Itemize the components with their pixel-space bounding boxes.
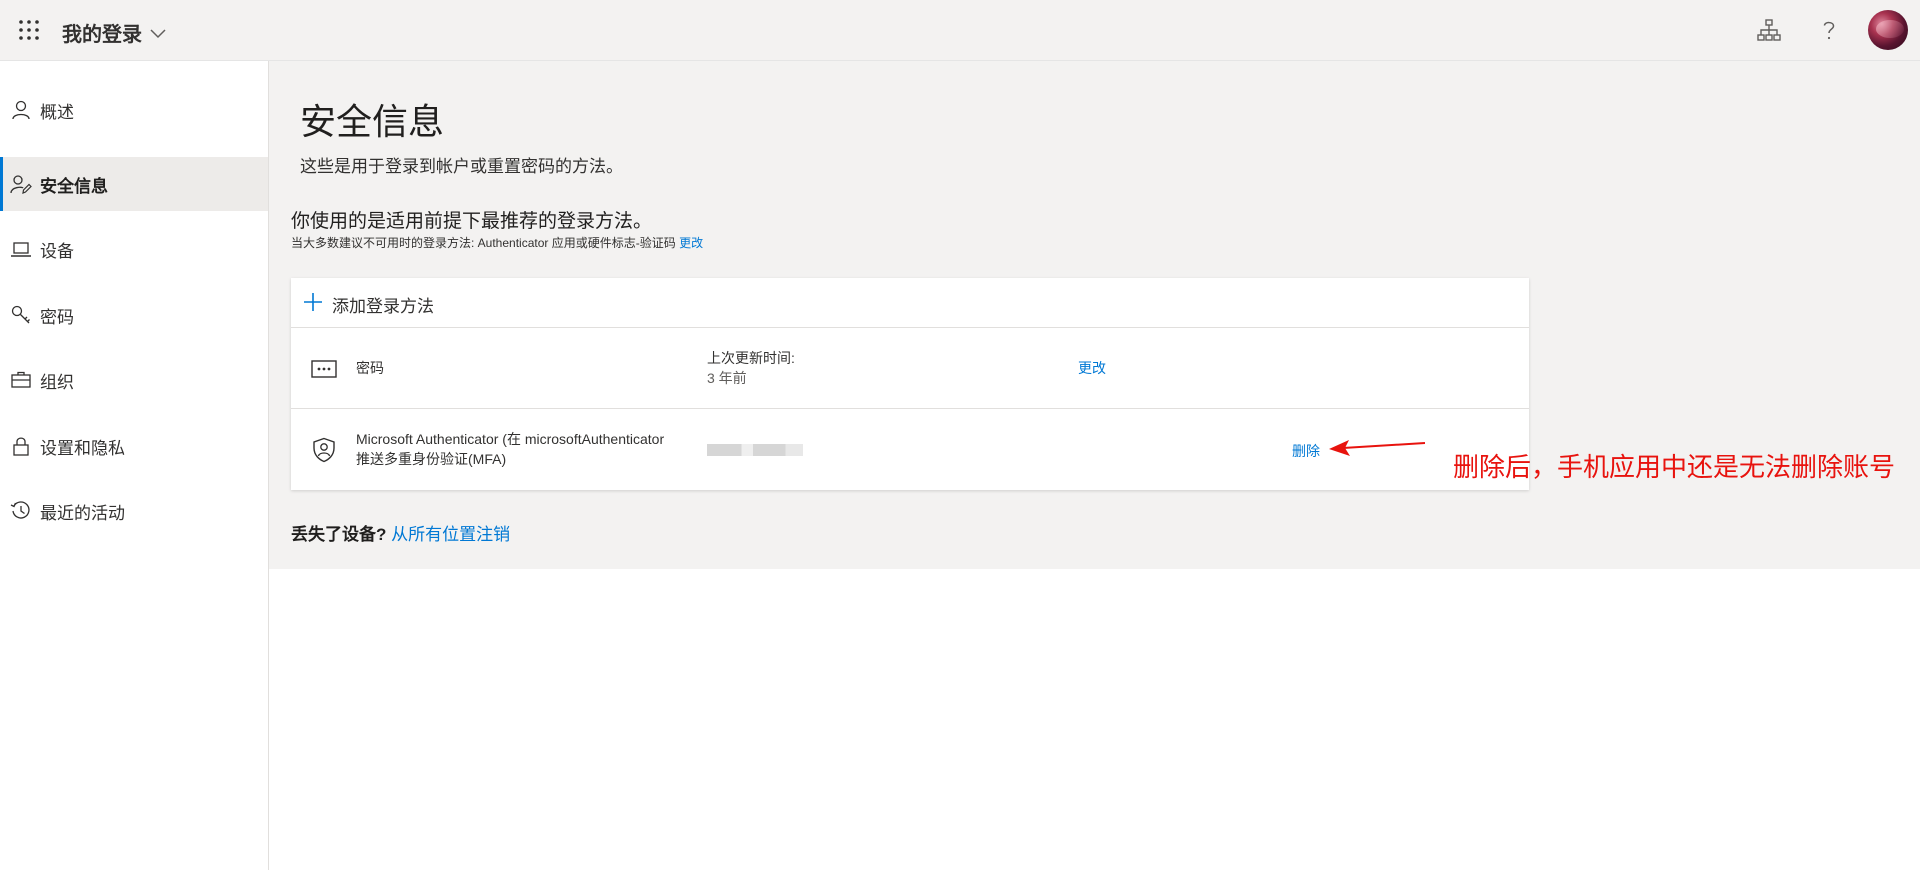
briefcase-icon <box>11 371 31 388</box>
sidebar-item-label: 密码 <box>40 307 74 327</box>
sign-out-everywhere-link[interactable]: 从所有位置注销 <box>391 525 510 544</box>
detail-value: 3 年前 <box>707 370 747 386</box>
method-row-password: 密码 上次更新时间: 3 年前 更改 <box>291 328 1529 409</box>
add-method-button[interactable]: 添加登录方法 <box>291 278 1529 328</box>
app-launcher-icon[interactable] <box>18 19 40 41</box>
key-icon <box>11 305 30 324</box>
laptop-icon <box>11 242 31 257</box>
method-name: Microsoft Authenticator (在 microsoftAuth… <box>356 429 696 469</box>
method-name: 密码 <box>356 360 384 376</box>
top-bar: 我的登录 <box>0 0 1920 61</box>
sidebar-item-recent-activity[interactable]: 最近的活动 <box>0 484 268 538</box>
sidebar-item-label: 最近的活动 <box>40 503 125 523</box>
chevron-down-icon <box>150 29 166 39</box>
main-content: 安全信息 这些是用于登录到帐户或重置密码的方法。 你使用的是适用前提下最推荐的登… <box>269 61 1920 569</box>
plus-icon <box>304 293 322 311</box>
red-arrow-annotation <box>1329 440 1425 456</box>
sidebar-item-password[interactable]: 密码 <box>0 288 268 342</box>
recommendation-title: 你使用的是适用前提下最推荐的登录方法。 <box>291 211 653 232</box>
app-title-menu[interactable]: 我的登录 <box>62 18 166 47</box>
sidebar-item-label: 组织 <box>40 372 74 392</box>
help-icon[interactable] <box>1816 17 1842 43</box>
delete-authenticator-link[interactable]: 删除 <box>1292 441 1320 461</box>
lock-icon <box>13 437 29 456</box>
page-subtitle: 这些是用于登录到帐户或重置密码的方法。 <box>300 157 623 176</box>
recommendation-note-text: 当大多数建议不可用时的登录方法: Authenticator 应用或硬件标志-验… <box>291 236 676 250</box>
lost-device-section: 丢失了设备? 从所有位置注销 <box>291 520 510 545</box>
change-password-link[interactable]: 更改 <box>1078 358 1106 378</box>
sidebar-item-devices[interactable]: 设备 <box>0 222 268 276</box>
lost-device-question: 丢失了设备? <box>291 525 387 544</box>
person-icon <box>12 100 30 120</box>
sidebar-nav: 概述 安全信息 设备 密码 组织 设置和隐私 最近的活动 <box>0 61 269 870</box>
sidebar-item-settings-privacy[interactable]: 设置和隐私 <box>0 419 268 473</box>
add-method-label: 添加登录方法 <box>332 297 434 316</box>
page-title: 安全信息 <box>300 101 445 142</box>
password-dots-icon <box>311 360 337 378</box>
change-default-method-link[interactable]: 更改 <box>679 236 703 250</box>
sidebar-item-label: 安全信息 <box>40 176 108 196</box>
method-name-line2: 推送多重身份验证(MFA) <box>356 451 507 467</box>
detail-label: 上次更新时间: <box>707 350 795 366</box>
method-name-line1: Microsoft Authenticator (在 microsoftAuth… <box>356 431 665 447</box>
history-icon <box>10 501 30 519</box>
person-edit-icon <box>10 175 32 194</box>
sidebar-item-organizations[interactable]: 组织 <box>0 353 268 407</box>
redacted-detail <box>707 444 803 456</box>
sidebar-item-label: 概述 <box>40 102 74 122</box>
authenticator-icon <box>313 437 335 463</box>
avatar[interactable] <box>1868 10 1908 50</box>
app-title: 我的登录 <box>62 24 142 46</box>
sidebar-item-label: 设置和隐私 <box>40 438 125 458</box>
org-chart-icon[interactable] <box>1756 17 1782 43</box>
method-detail: 上次更新时间: 3 年前 <box>707 348 795 388</box>
sidebar-item-security-info[interactable]: 安全信息 <box>0 157 268 211</box>
annotation-text: 删除后，手机应用中还是无法删除账号 <box>1453 452 1896 482</box>
sidebar-item-label: 设备 <box>40 241 74 261</box>
sidebar-item-overview[interactable]: 概述 <box>0 83 268 137</box>
recommendation-note: 当大多数建议不可用时的登录方法: Authenticator 应用或硬件标志-验… <box>291 234 703 251</box>
